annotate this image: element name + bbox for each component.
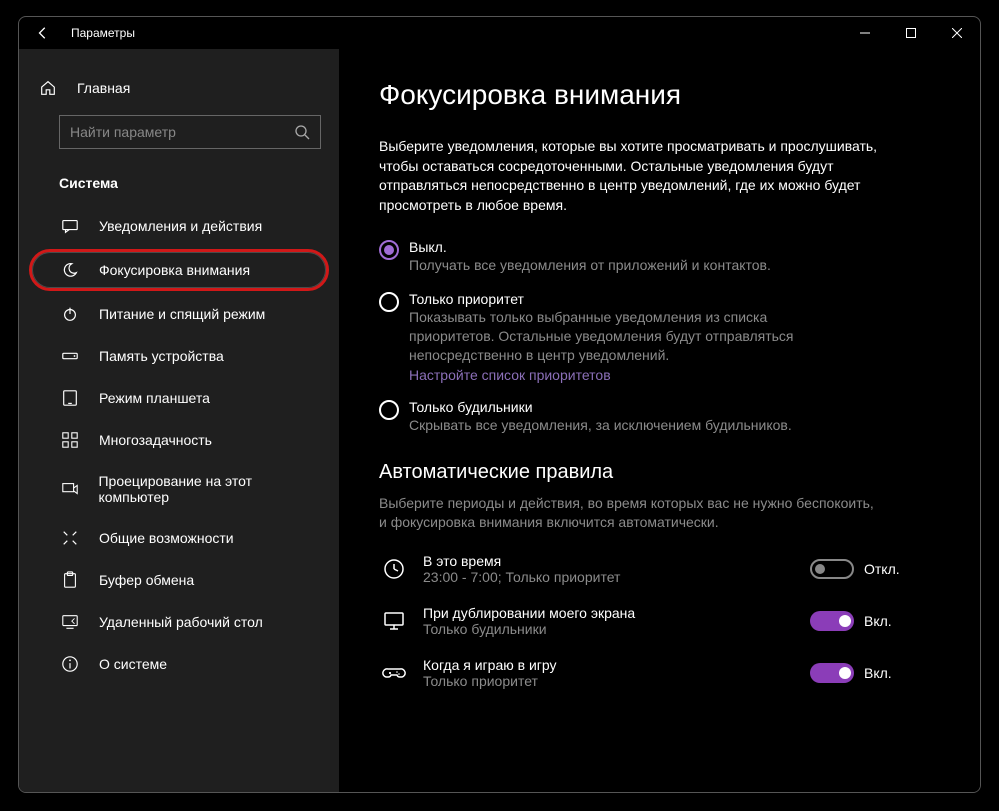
gamepad-icon — [379, 661, 409, 685]
clipboard-icon — [59, 571, 81, 589]
rule-title: При дублировании моего экрана — [423, 605, 810, 621]
home-icon — [37, 79, 59, 97]
sidebar-item-remote[interactable]: Удаленный рабочий стол — [19, 601, 339, 643]
sidebar-item-multitasking[interactable]: Многозадачность — [19, 419, 339, 461]
sidebar-item-storage[interactable]: Память устройства — [19, 335, 339, 377]
sidebar-item-label: Режим планшета — [99, 390, 210, 406]
project-icon — [59, 480, 80, 498]
sidebar-item-notifications[interactable]: Уведомления и действия — [19, 205, 339, 247]
focus-mode-radios: Выкл. Получать все уведомления от прилож… — [379, 239, 940, 434]
sidebar-item-label: Уведомления и действия — [99, 218, 262, 234]
radio-alarms-label: Только будильники — [409, 399, 940, 415]
sidebar-item-label: Удаленный рабочий стол — [99, 614, 263, 630]
back-button[interactable] — [27, 17, 59, 49]
sidebar-item-projecting[interactable]: Проецирование на этот компьютер — [19, 461, 339, 517]
sidebar-item-label: Многозадачность — [99, 432, 212, 448]
remote-icon — [59, 613, 81, 631]
sidebar: Главная Система Уведомления и действия — [19, 49, 339, 792]
home-label: Главная — [77, 80, 130, 96]
radio-priority-label: Только приоритет — [409, 291, 940, 307]
sidebar-item-label: Проецирование на этот компьютер — [98, 473, 321, 505]
toggle-label: Вкл. — [864, 665, 892, 681]
settings-window: Параметры Главная — [18, 16, 981, 793]
sidebar-item-label: Память устройства — [99, 348, 224, 364]
radio-alarms-sub: Скрывать все уведомления, за исключением… — [409, 416, 829, 435]
section-label: Система — [19, 167, 339, 205]
monitor-icon — [379, 609, 409, 633]
sidebar-item-label: Буфер обмена — [99, 572, 194, 588]
radio-off-label: Выкл. — [409, 239, 940, 255]
rule-sub: Только будильники — [423, 621, 810, 637]
rule-game[interactable]: Когда я играю в игру Только приоритет Вк… — [379, 657, 940, 689]
radio-off-sub: Получать все уведомления от приложений и… — [409, 256, 829, 275]
rule-title: Когда я играю в игру — [423, 657, 810, 673]
multitask-icon — [59, 431, 81, 449]
page-description: Выберите уведомления, которые вы хотите … — [379, 137, 879, 215]
storage-icon — [59, 347, 81, 365]
sidebar-item-label: Питание и спящий режим — [99, 306, 265, 322]
auto-rules-description: Выберите периоды и действия, во время ко… — [379, 494, 879, 533]
toggle-display[interactable] — [810, 611, 854, 631]
search-icon — [294, 124, 310, 140]
radio-priority-sub: Показывать только выбранные уведомления … — [409, 308, 829, 365]
sidebar-item-clipboard[interactable]: Буфер обмена — [19, 559, 339, 601]
search-input[interactable] — [70, 124, 294, 140]
moon-icon — [59, 261, 81, 279]
power-icon — [59, 305, 81, 323]
rule-sub: 23:00 - 7:00; Только приоритет — [423, 569, 810, 585]
search-box[interactable] — [59, 115, 321, 149]
shared-icon — [59, 529, 81, 547]
sidebar-item-label: Фокусировка внимания — [99, 262, 250, 278]
rule-title: В это время — [423, 553, 810, 569]
toggle-time[interactable] — [810, 559, 854, 579]
sidebar-item-label: Общие возможности — [99, 530, 234, 546]
toggle-game[interactable] — [810, 663, 854, 683]
maximize-button[interactable] — [888, 17, 934, 49]
window-title: Параметры — [71, 26, 135, 40]
rule-time[interactable]: В это время 23:00 - 7:00; Только приорит… — [379, 553, 940, 585]
titlebar: Параметры — [19, 17, 980, 49]
sidebar-item-tablet[interactable]: Режим планшета — [19, 377, 339, 419]
home-button[interactable]: Главная — [19, 69, 339, 107]
message-icon — [59, 217, 81, 235]
info-icon — [59, 655, 81, 673]
auto-rules-heading: Автоматические правила — [379, 461, 940, 484]
rule-sub: Только приоритет — [423, 673, 810, 689]
clock-icon — [379, 557, 409, 581]
sidebar-item-about[interactable]: О системе — [19, 643, 339, 685]
tablet-icon — [59, 389, 81, 407]
radio-priority[interactable] — [379, 292, 399, 312]
radio-off[interactable] — [379, 240, 399, 260]
content-area: Фокусировка внимания Выберите уведомлени… — [339, 49, 980, 792]
sidebar-item-power[interactable]: Питание и спящий режим — [19, 293, 339, 335]
sidebar-item-label: О системе — [99, 656, 167, 672]
page-title: Фокусировка внимания — [379, 79, 940, 111]
sidebar-item-focus-assist[interactable]: Фокусировка внимания — [29, 249, 329, 291]
rule-display[interactable]: При дублировании моего экрана Только буд… — [379, 605, 940, 637]
sidebar-item-shared[interactable]: Общие возможности — [19, 517, 339, 559]
minimize-button[interactable] — [842, 17, 888, 49]
toggle-label: Откл. — [864, 561, 900, 577]
radio-alarms[interactable] — [379, 400, 399, 420]
toggle-label: Вкл. — [864, 613, 892, 629]
priority-list-link[interactable]: Настройте список приоритетов — [409, 367, 940, 383]
close-button[interactable] — [934, 17, 980, 49]
